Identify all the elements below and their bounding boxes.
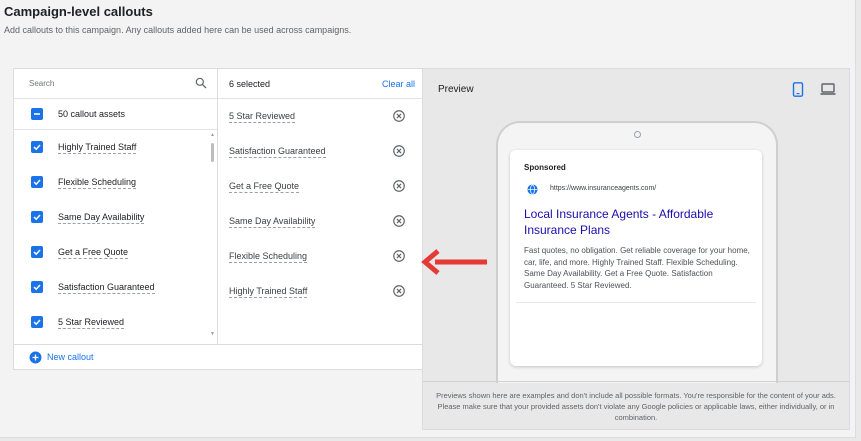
- asset-label: 5 Star Reviewed: [58, 317, 125, 329]
- globe-icon: [527, 184, 538, 195]
- sponsored-label: Sponsored: [524, 163, 566, 172]
- selected-item-label: Flexible Scheduling: [229, 251, 308, 263]
- ad-description: Fast quotes, no obligation. Get reliable…: [524, 246, 750, 290]
- camera-icon: [634, 131, 641, 138]
- scroll-down-icon[interactable]: ▼: [210, 331, 215, 337]
- preview-disclaimer: Previews shown here are examples and don…: [436, 391, 836, 422]
- available-callouts-column: Search 50 callout assets Highly Trained …: [14, 69, 218, 344]
- checkbox-checked-icon[interactable]: [31, 211, 43, 223]
- asset-label: Flexible Scheduling: [58, 177, 137, 189]
- selected-item-label: Highly Trained Staff: [229, 286, 308, 298]
- new-callout-row: New callout: [14, 344, 423, 370]
- remove-circle-x-icon[interactable]: [392, 284, 406, 298]
- remove-circle-x-icon[interactable]: [392, 179, 406, 193]
- red-arrow-left-icon: [421, 249, 487, 275]
- select-all-row[interactable]: 50 callout assets: [14, 99, 217, 130]
- remove-circle-x-icon[interactable]: [392, 109, 406, 123]
- card-divider: [516, 302, 756, 303]
- asset-label: Get a Free Quote: [58, 247, 129, 259]
- asset-label: Highly Trained Staff: [58, 142, 137, 154]
- checkbox-checked-icon[interactable]: [31, 281, 43, 293]
- ad-card: Sponsored https://www.insuranceagents.co…: [510, 150, 762, 366]
- scroll-up-icon[interactable]: ▲: [210, 132, 215, 138]
- selected-header: 6 selected Clear all: [218, 69, 423, 99]
- ad-url: https://www.insuranceagents.com/: [550, 185, 657, 192]
- selected-item-label: Get a Free Quote: [229, 181, 300, 193]
- laptop-icon[interactable]: [820, 82, 836, 96]
- asset-label: Satisfaction Guaranteed: [58, 282, 155, 294]
- checkbox-checked-icon[interactable]: [31, 316, 43, 328]
- asset-label: Same Day Availability: [58, 212, 145, 224]
- search-input[interactable]: Search: [14, 69, 217, 99]
- campaign-callouts-section: Campaign-level callouts Add callouts to …: [0, 0, 856, 438]
- checkbox-checked-icon[interactable]: [31, 176, 43, 188]
- checkbox-indeterminate-icon[interactable]: [31, 108, 43, 120]
- select-all-label: 50 callout assets: [58, 109, 126, 119]
- preview-footer: Previews shown here are examples and don…: [423, 381, 849, 430]
- checkbox-checked-icon[interactable]: [31, 246, 43, 258]
- remove-circle-x-icon[interactable]: [392, 214, 406, 228]
- section-title: Campaign-level callouts: [4, 4, 153, 19]
- section-subtitle: Add callouts to this campaign. Any callo…: [4, 25, 352, 35]
- clear-all-button[interactable]: Clear all: [382, 79, 415, 89]
- selected-item-label: 5 Star Reviewed: [229, 111, 296, 123]
- new-callout-button[interactable]: New callout: [47, 352, 94, 362]
- plus-circle-icon[interactable]: [29, 351, 42, 364]
- list-scrollbar[interactable]: [211, 143, 214, 162]
- phone-mockup: Sponsored https://www.insuranceagents.co…: [496, 121, 778, 383]
- preview-title: Preview: [438, 84, 474, 95]
- remove-circle-x-icon[interactable]: [392, 249, 406, 263]
- mobile-phone-icon[interactable]: [792, 82, 804, 97]
- selected-item-label: Satisfaction Guaranteed: [229, 146, 326, 158]
- selected-count: 6 selected: [229, 79, 271, 89]
- callout-selector-panel: Search 50 callout assets Highly Trained …: [13, 68, 424, 370]
- remove-circle-x-icon[interactable]: [392, 144, 406, 158]
- selected-item-label: Same Day Availability: [229, 216, 316, 228]
- checkbox-checked-icon[interactable]: [31, 141, 43, 153]
- search-placeholder: Search: [29, 79, 55, 88]
- ad-headline[interactable]: Local Insurance Agents - Affordable Insu…: [524, 206, 749, 238]
- search-icon[interactable]: [194, 76, 208, 90]
- selected-callouts-column: 6 selected Clear all 5 Star Reviewed Sat…: [218, 69, 423, 344]
